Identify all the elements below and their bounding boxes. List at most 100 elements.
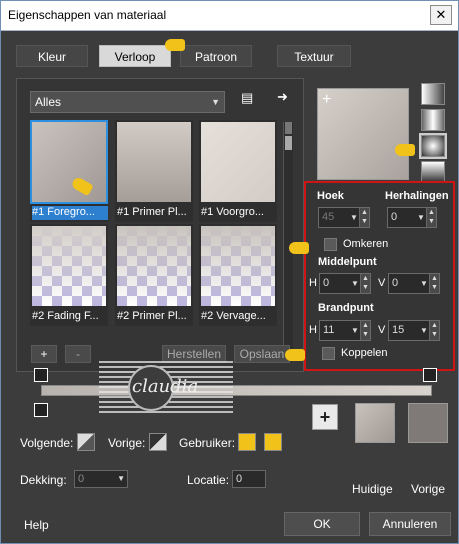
hoek-value: 45 [322, 211, 335, 223]
middelpunt-h-spinner[interactable]: 0 ▼ ▲ ▼ [319, 273, 371, 294]
library-item-label: #1 Foregro... [32, 206, 108, 220]
library-options-icon[interactable]: ▤ [241, 90, 253, 106]
library-scrollbar[interactable] [283, 122, 293, 358]
brandpunt-v-label: V [378, 324, 386, 336]
chevron-down-icon[interactable]: ▼ [419, 274, 429, 293]
library-item-label: #2 Fading F... [32, 310, 99, 322]
chevron-down-icon[interactable]: ▼ [350, 274, 360, 293]
gradient-swatch [201, 122, 275, 202]
koppelen-checkbox[interactable] [322, 347, 335, 360]
dekking-value: 0 [78, 473, 85, 485]
vorige-swatch-label: Vorige [411, 482, 446, 496]
linear-style-icon[interactable] [421, 83, 445, 105]
omkeren-checkbox[interactable] [324, 238, 337, 251]
category-dropdown[interactable]: Alles ▼ [30, 91, 225, 113]
spin-arrows-icon[interactable]: ▲ ▼ [359, 208, 369, 227]
crosshair-icon[interactable]: + [322, 91, 331, 109]
color-stop-start[interactable] [34, 403, 48, 417]
hoek-label: Hoek [317, 190, 344, 202]
chevron-down-icon[interactable]: ▼ [419, 321, 429, 340]
arrow-right-icon[interactable]: ➜ [277, 89, 288, 105]
chevron-down-icon[interactable]: ▼ [416, 208, 426, 227]
library-item[interactable]: #1 Foregro... [30, 120, 108, 222]
herhalingen-label: Herhalingen [385, 190, 449, 202]
library-item[interactable]: #2 Vervage... [199, 224, 277, 326]
gradient-swatch [117, 226, 191, 306]
brandpunt-h-value: 11 [323, 324, 335, 336]
pointer-hand-icon [395, 144, 415, 156]
opacity-stop-end[interactable] [423, 368, 437, 382]
brandpunt-v-spinner[interactable]: 15 ▼ ▲ ▼ [388, 320, 440, 341]
spin-arrows-icon[interactable]: ▲ ▼ [429, 274, 439, 293]
koppelen-label: Koppelen [341, 347, 388, 359]
current-gradient-swatch[interactable] [355, 403, 395, 443]
dekking-input[interactable]: 0 ▼ [74, 470, 128, 488]
scrollbar-thumb[interactable] [285, 136, 292, 150]
cancel-button[interactable]: Annuleren [369, 512, 451, 536]
radial-style-icon[interactable] [419, 133, 447, 159]
chevron-down-icon[interactable]: ▼ [349, 208, 359, 227]
library-item-label: #1 Voorgro... [201, 206, 264, 218]
library-item-label: #1 Primer Pl... [117, 206, 187, 218]
vorige-label: Vorige: [108, 436, 146, 450]
spin-arrows-icon[interactable]: ▲ ▼ [429, 321, 439, 340]
chevron-down-icon: ▼ [211, 97, 220, 107]
pointer-hand-icon [289, 242, 309, 254]
locatie-label: Locatie: [187, 473, 230, 487]
tab-verloop[interactable]: Verloop [99, 45, 171, 67]
locatie-input[interactable]: 0 [232, 470, 266, 488]
opslaan-button[interactable]: Opslaan [234, 345, 290, 363]
claudia-logo: claudia [99, 354, 233, 424]
dialog-body: Kleur Verloop Patroon Textuur Alles ▼ ▤ … [2, 32, 457, 543]
chevron-down-icon[interactable]: ▼ [117, 471, 125, 487]
gradient-swatch [30, 120, 108, 204]
rectangular-style-icon[interactable] [421, 109, 445, 131]
chevron-down-icon[interactable]: ▼ [350, 321, 360, 340]
opacity-stop-start[interactable] [34, 368, 48, 382]
spin-arrows-icon[interactable]: ▲ ▼ [426, 208, 436, 227]
pointer-hand-icon [285, 349, 305, 361]
user-color-swatch-2[interactable] [264, 433, 282, 451]
volgende-label: Volgende: [20, 436, 74, 450]
title-bar: Eigenschappen van materiaal ✕ [1, 1, 458, 31]
locatie-value: 0 [236, 473, 243, 485]
library-item[interactable]: #2 Fading F... [30, 224, 108, 326]
gradient-swatch [32, 226, 106, 306]
previous-gradient-swatch[interactable] [408, 403, 448, 443]
remove-gradient-button[interactable]: - [65, 345, 91, 363]
logo-text: claudia [132, 376, 199, 397]
omkeren-label: Omkeren [343, 238, 389, 250]
brandpunt-h-spinner[interactable]: 11 ▼ ▲ ▼ [319, 320, 371, 341]
herhalingen-spinner[interactable]: 0 ▼ ▲ ▼ [387, 207, 437, 228]
spin-arrows-icon[interactable]: ▲ ▼ [360, 321, 370, 340]
add-gradient-button[interactable]: + [31, 345, 57, 363]
tab-kleur[interactable]: Kleur [16, 45, 88, 67]
close-button[interactable]: ✕ [430, 5, 452, 25]
dekking-label: Dekking: [20, 473, 67, 487]
gebruiker-label: Gebruiker: [179, 436, 236, 450]
gradient-preview[interactable]: + [317, 88, 409, 180]
tab-patroon[interactable]: Patroon [180, 45, 252, 67]
dialog-title: Eigenschappen van materiaal [8, 8, 167, 22]
background-gradient-icon[interactable] [149, 433, 167, 451]
ok-button[interactable]: OK [284, 512, 360, 536]
user-color-swatch[interactable] [238, 433, 256, 451]
brandpunt-label: Brandpunt [318, 302, 374, 314]
middelpunt-v-spinner[interactable]: 0 ▼ ▲ ▼ [388, 273, 440, 294]
middelpunt-h-label: H [309, 277, 317, 289]
scroll-up-arrow[interactable] [285, 122, 292, 134]
sunburst-style-icon[interactable] [421, 161, 445, 183]
library-item-label: #2 Primer Pl... [117, 310, 187, 322]
gradient-swatch [201, 226, 275, 306]
foreground-gradient-icon[interactable] [77, 433, 95, 451]
library-item[interactable]: #1 Primer Pl... [115, 120, 193, 222]
tab-textuur[interactable]: Textuur [277, 45, 351, 67]
hoek-spinner[interactable]: 45 ▼ ▲ ▼ [318, 207, 370, 228]
add-to-library-button[interactable]: + [312, 404, 338, 430]
gradient-swatch [117, 122, 191, 202]
spin-arrows-icon[interactable]: ▲ ▼ [360, 274, 370, 293]
help-button[interactable]: Help [24, 518, 49, 532]
library-item[interactable]: #1 Voorgro... [199, 120, 277, 222]
library-item[interactable]: #2 Primer Pl... [115, 224, 193, 326]
category-value: Alles [35, 95, 62, 109]
